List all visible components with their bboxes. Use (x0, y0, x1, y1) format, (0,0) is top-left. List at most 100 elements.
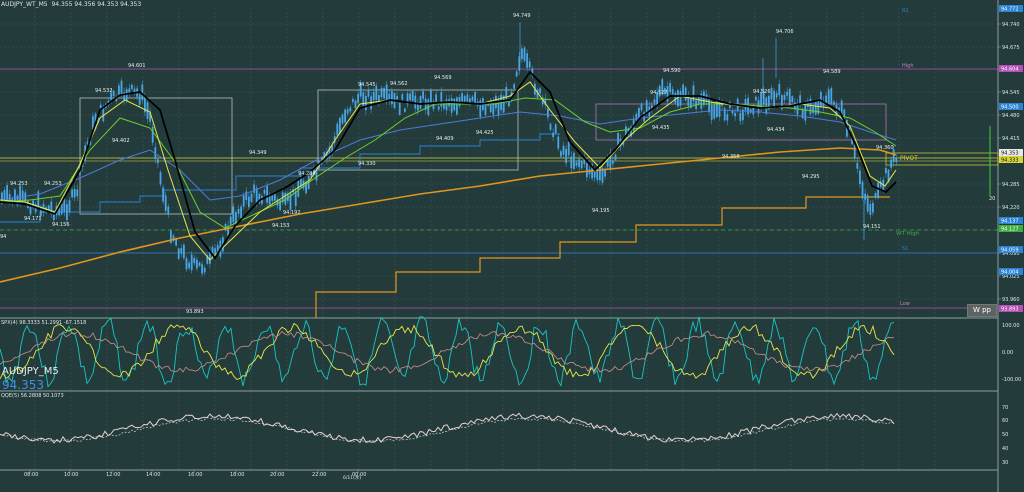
price-annotation: 94.153 (272, 223, 290, 229)
candle-body (138, 94, 141, 105)
candle-body (513, 84, 515, 89)
candle-body (786, 91, 788, 96)
candle-body (859, 170, 861, 185)
candle-body (560, 151, 562, 157)
candle-body (814, 101, 817, 115)
candle-body (131, 84, 133, 89)
qqe-tick-label: 40 (1002, 446, 1008, 452)
candle-body (580, 161, 583, 169)
price-tag-label: 94.059 (1001, 248, 1019, 254)
candle-body (552, 132, 554, 137)
candle-body (404, 108, 406, 112)
price-tick-label: 94.740 (1002, 22, 1020, 28)
candle-body (749, 109, 752, 113)
spx-tick-label: 100.00 (1002, 323, 1020, 329)
candle-body (263, 189, 266, 194)
time-tick-label: 14:00 (146, 472, 160, 478)
candle-body (830, 88, 833, 104)
candle-body (450, 98, 453, 113)
candle-body (861, 181, 864, 199)
candle-body (242, 195, 245, 207)
price-tick-label: 94.415 (1002, 136, 1020, 142)
price-annotation: 94.253 (44, 181, 62, 187)
candle-body (614, 154, 617, 161)
candle-body (435, 94, 437, 102)
candle-body (549, 123, 552, 130)
w-pp-button[interactable]: W pp (967, 304, 997, 317)
qqe-label: QQE(5) 56.2808 50.1073 (1, 393, 64, 399)
price-annotation: 94.589 (823, 69, 841, 75)
r1-label: R1 (902, 8, 909, 14)
candle-body (869, 203, 872, 215)
candle-body (336, 123, 339, 136)
price-tag-label: 94.772 (1001, 7, 1019, 13)
candle-body (294, 191, 297, 206)
price-annotation: 94.425 (476, 130, 494, 136)
candle-body (885, 167, 887, 174)
date-label: 6/11(水) (343, 474, 361, 481)
price-tag-label: 94.004 (1001, 270, 1019, 276)
candle-body (635, 113, 638, 121)
candle-body (14, 189, 16, 202)
candle-body (196, 259, 198, 269)
candle-body (734, 112, 736, 117)
candle-body (3, 190, 6, 200)
candle-body (812, 106, 814, 113)
price-annotation: 94.151 (863, 224, 881, 230)
candle-body (183, 244, 185, 259)
spx-tick-label: -100.00 (1002, 377, 1021, 383)
candle-body (346, 109, 349, 114)
candle-body (866, 195, 869, 212)
price-annotation: 94.360 (876, 145, 894, 151)
price-tick-label: 94.285 (1002, 182, 1020, 188)
candle-body (484, 104, 487, 115)
candle-body (575, 162, 578, 166)
qqe-tick-label: 30 (1002, 460, 1008, 466)
price-annotation: 94.527 (650, 90, 668, 96)
candle-body (788, 89, 791, 106)
candle-body (240, 206, 242, 219)
time-axis[interactable]: 08:00 10:00 12:00 14:00 16:00 18:00 20:00 22:00… (24, 470, 366, 478)
candle-body (47, 205, 50, 210)
price-chart[interactable]: 94.74094.67594.61094.54594.48094.41594.3… (0, 0, 1024, 492)
candle-body (739, 112, 742, 122)
candle-body (21, 190, 24, 200)
candle-body (357, 93, 359, 104)
price-annotation: 94.569 (434, 75, 452, 81)
candle-body (133, 88, 136, 93)
candle-body (349, 107, 352, 112)
candle-body (697, 97, 700, 104)
candle-body (466, 94, 469, 102)
candle-body (456, 97, 458, 115)
price-annotation: 94.601 (128, 63, 146, 69)
candle-body (726, 114, 729, 121)
price-tag-label: 94.127 (1001, 227, 1019, 233)
candle-body (419, 95, 422, 109)
candle-body (162, 187, 164, 202)
price-annotation: 94.562 (390, 81, 408, 87)
candle-body (354, 100, 357, 108)
candle-body (185, 257, 188, 270)
candle-body (159, 172, 162, 185)
candle-body (778, 84, 781, 96)
candle-body (66, 204, 68, 221)
candle-body (645, 100, 648, 114)
candle-body (479, 100, 482, 117)
candle-body (237, 208, 240, 214)
candle-body (526, 53, 528, 68)
candle-body (391, 91, 393, 105)
candle-body (68, 200, 71, 213)
candle-body (201, 264, 203, 274)
candle-body (820, 91, 822, 107)
candle-body (157, 159, 159, 164)
candle-body (892, 149, 895, 163)
wt-high-label: WT High (896, 231, 920, 237)
candle-body (401, 94, 404, 100)
candle-body (177, 248, 180, 259)
price-annotation: 93.893 (186, 309, 204, 315)
candle-body (445, 99, 448, 111)
candle-body (315, 170, 318, 181)
candle-body (463, 96, 466, 102)
candle-body (198, 262, 201, 266)
candle-body (573, 152, 575, 169)
